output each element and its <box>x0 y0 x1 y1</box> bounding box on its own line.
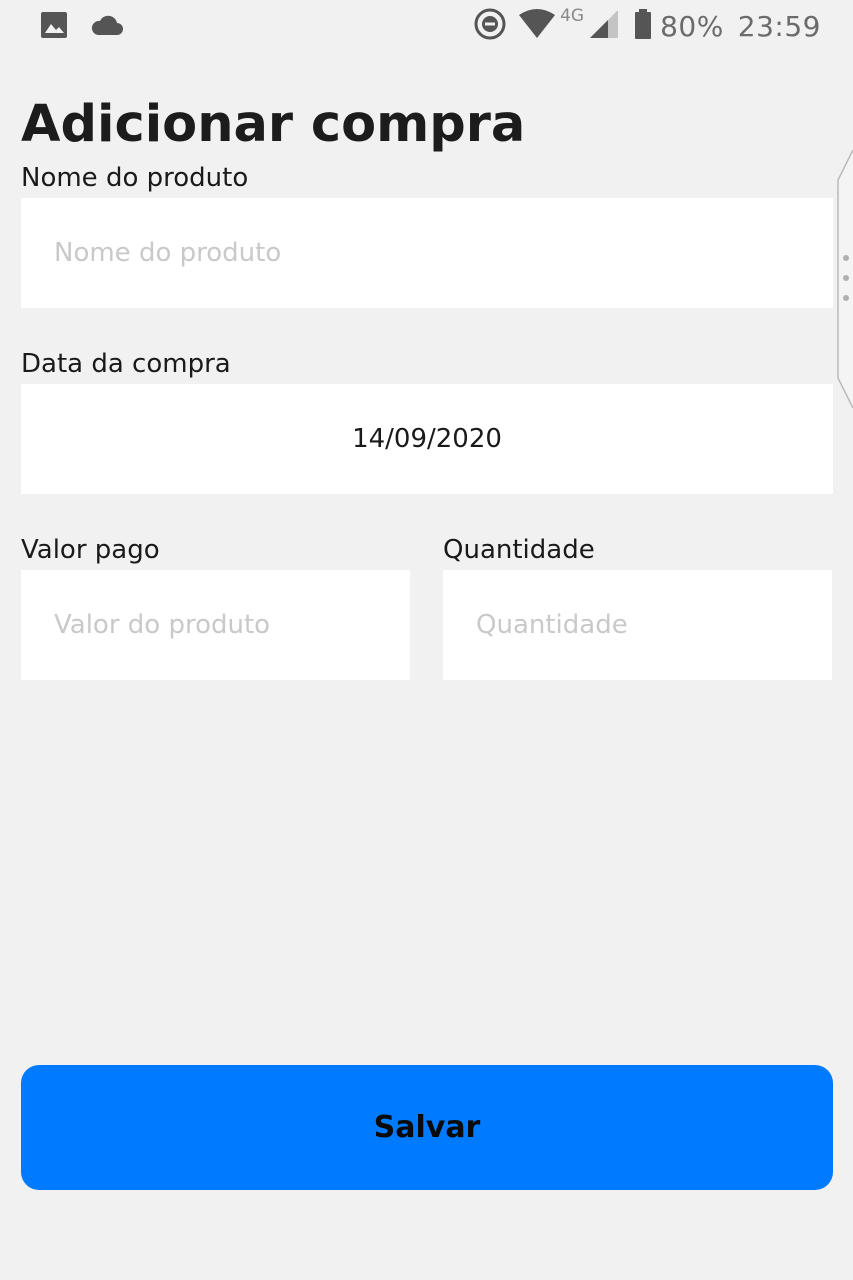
quantity-input[interactable] <box>443 570 832 680</box>
image-icon <box>40 11 68 44</box>
product-name-label: Nome do produto <box>21 163 249 193</box>
network-type-label: 4G <box>560 6 585 26</box>
battery-icon <box>634 8 652 45</box>
save-button[interactable]: Salvar <box>21 1065 833 1190</box>
do-not-disturb-icon <box>474 8 506 45</box>
purchase-date-field[interactable]: 14/09/2020 <box>21 384 833 494</box>
wifi-icon <box>518 8 556 44</box>
clock-time: 23:59 <box>737 9 821 43</box>
cloud-icon <box>90 14 124 41</box>
purchase-date-label: Data da compra <box>21 349 231 379</box>
cell-signal-icon <box>588 8 620 45</box>
amount-paid-label: Valor pago <box>21 535 160 565</box>
status-bar: 4G 80% 23:59 <box>0 0 853 52</box>
product-name-input[interactable] <box>21 198 833 308</box>
status-bar-left <box>40 11 124 44</box>
status-bar-right: 4G 80% 23:59 <box>474 6 821 46</box>
page-title: Adicionar compra <box>21 95 526 154</box>
side-panel-handle[interactable] <box>836 149 853 409</box>
purchase-date-value: 14/09/2020 <box>352 424 502 454</box>
battery-percentage: 80% <box>660 9 724 43</box>
quantity-label: Quantidade <box>443 535 595 565</box>
amount-paid-input[interactable] <box>21 570 410 680</box>
